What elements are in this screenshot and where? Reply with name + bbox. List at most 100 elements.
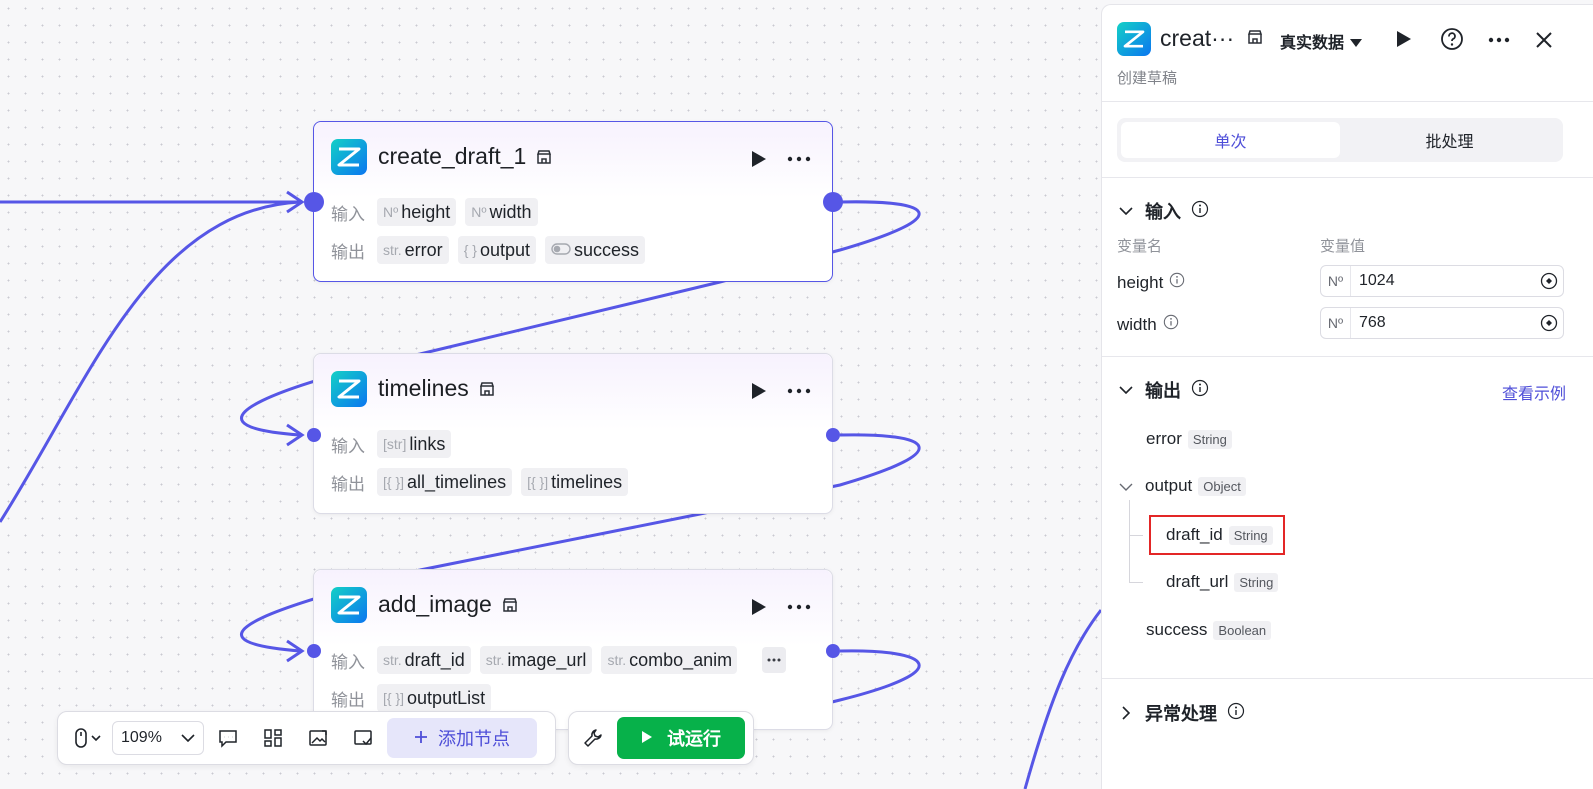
view-example-link[interactable]: 查看示例 xyxy=(1502,380,1566,404)
info-icon[interactable] xyxy=(1163,314,1179,335)
panel-subtitle: 创建草稿 xyxy=(1117,69,1178,87)
output-chip-error: str. error xyxy=(377,236,449,264)
output-label: 输出 xyxy=(331,474,365,494)
tree-line xyxy=(1129,582,1143,583)
play-icon[interactable] xyxy=(750,382,768,400)
info-icon[interactable] xyxy=(1169,272,1185,293)
variable-ref-icon[interactable] xyxy=(1535,314,1563,332)
zoom-select[interactable]: 109% xyxy=(112,721,204,755)
tab-batch[interactable]: 批处理 xyxy=(1340,122,1559,158)
chevron-down-icon[interactable] xyxy=(1117,202,1135,220)
type-tag: String xyxy=(1234,572,1279,592)
chevron-down-icon[interactable] xyxy=(1119,476,1133,496)
caret-down-icon xyxy=(1350,32,1363,51)
input-chip-combo-anim: str. combo_anim xyxy=(601,646,738,674)
node-input-port[interactable] xyxy=(304,192,324,212)
divider xyxy=(1102,356,1593,357)
height-input[interactable]: Nº 1024 xyxy=(1320,265,1564,297)
input-chip-links: [str] links xyxy=(377,430,452,458)
type-tag: Boolean xyxy=(1213,620,1272,640)
capcut-icon xyxy=(331,371,367,407)
node-inputs: 输入 [str] links xyxy=(331,429,460,459)
layout-button[interactable] xyxy=(255,720,291,756)
chevron-right-icon[interactable] xyxy=(1117,704,1135,722)
node-input-port[interactable] xyxy=(307,428,321,442)
node-title: add_image xyxy=(378,591,492,617)
node-create-draft-1[interactable]: create_draft_1 输入 Nº height Nº width 输出 st… xyxy=(313,121,833,282)
input-chip-height: Nº height xyxy=(377,198,457,226)
input-chip-width: Nº width xyxy=(465,198,538,226)
chevron-down-icon xyxy=(181,729,195,747)
col-var-name: 变量名 xyxy=(1117,237,1163,255)
node-outputs: 输出 [{ }] outputList xyxy=(331,683,500,713)
node-timelines[interactable]: timelines 输入 [str] links 输出 [{ }] all_time… xyxy=(313,353,833,514)
input-section-title: 输入 xyxy=(1145,202,1181,223)
run-mode-tabs: 单次 批处理 xyxy=(1117,118,1563,162)
node-output-port[interactable] xyxy=(826,644,840,658)
output-section-header[interactable]: 输出 xyxy=(1117,377,1209,403)
store-icon xyxy=(502,596,520,614)
help-icon[interactable] xyxy=(1438,25,1466,53)
test-run-label: 试运行 xyxy=(667,729,721,750)
store-icon xyxy=(536,148,554,166)
wrench-icon[interactable] xyxy=(575,720,611,756)
input-chip-image-url: str. image_url xyxy=(479,646,593,674)
node-add-image[interactable]: add_image 输入 str. draft_id str. image_url … xyxy=(313,569,833,730)
info-icon[interactable] xyxy=(1191,200,1209,223)
chevron-down-icon[interactable] xyxy=(1117,381,1135,399)
output-chip-success: success xyxy=(544,236,646,264)
toggle-icon xyxy=(551,242,571,258)
mouse-mode-button[interactable] xyxy=(66,720,110,756)
width-value[interactable]: 768 xyxy=(1351,314,1535,332)
output-chip-output-list: [{ }] outputList xyxy=(377,684,492,712)
tree-line xyxy=(1129,500,1130,582)
more-inputs-icon[interactable] xyxy=(762,647,787,673)
play-icon[interactable] xyxy=(750,598,768,616)
node-outputs: 输出 str. error { } output success xyxy=(331,235,654,265)
capcut-icon xyxy=(331,139,367,175)
more-icon[interactable] xyxy=(786,380,812,402)
output-draft-url: draft_url String xyxy=(1166,572,1279,592)
node-detail-panel: creat··· 真实数据 创建草稿 单次 批处理 输入 变量名 变量值 hei… xyxy=(1101,4,1593,789)
divider xyxy=(1102,678,1593,679)
more-icon[interactable] xyxy=(1485,26,1513,54)
play-icon xyxy=(641,728,653,749)
store-icon xyxy=(479,380,497,398)
node-input-port[interactable] xyxy=(307,644,321,658)
input-section-header[interactable]: 输入 xyxy=(1117,198,1209,224)
number-type-tag: Nº xyxy=(1321,308,1351,338)
more-icon[interactable] xyxy=(786,596,812,618)
panel-title: creat··· xyxy=(1160,25,1235,51)
info-icon[interactable] xyxy=(1191,379,1209,402)
height-value[interactable]: 1024 xyxy=(1351,272,1535,290)
play-icon[interactable] xyxy=(1392,27,1416,51)
output-chip-timelines: [{ }] timelines xyxy=(521,468,629,496)
node-output-port[interactable] xyxy=(826,428,840,442)
output-object[interactable]: output Object xyxy=(1119,476,1246,496)
more-icon[interactable] xyxy=(786,148,812,170)
close-icon[interactable] xyxy=(1530,26,1558,54)
highlight-box xyxy=(1149,515,1285,555)
node-outputs: 输出 [{ }] all_timelines [{ }] timelines xyxy=(331,467,637,497)
variable-ref-icon[interactable] xyxy=(1535,272,1563,290)
minimap-button[interactable] xyxy=(345,720,381,756)
type-tag: String xyxy=(1187,429,1232,449)
data-mode-select[interactable]: 真实数据 xyxy=(1280,29,1363,53)
node-inputs: 输入 str. draft_id str. image_url str. combo_… xyxy=(331,645,787,675)
node-output-port[interactable] xyxy=(823,192,843,212)
tab-single[interactable]: 单次 xyxy=(1121,122,1340,158)
var-name-width: width xyxy=(1117,314,1179,335)
play-icon[interactable] xyxy=(750,150,768,168)
add-node-button[interactable]: 添加节点 xyxy=(387,718,537,758)
info-icon[interactable] xyxy=(1227,702,1245,725)
comment-button[interactable] xyxy=(210,720,246,756)
plus-icon xyxy=(414,728,428,749)
image-export-button[interactable] xyxy=(300,720,336,756)
output-error: error String xyxy=(1146,429,1232,449)
test-run-button[interactable]: 试运行 xyxy=(617,717,745,759)
node-header: timelines xyxy=(314,354,832,430)
width-input[interactable]: Nº 768 xyxy=(1320,307,1564,339)
number-type-tag: Nº xyxy=(1321,266,1351,296)
exception-section-title: 异常处理 xyxy=(1145,704,1217,725)
exception-section-header[interactable]: 异常处理 xyxy=(1117,700,1245,726)
